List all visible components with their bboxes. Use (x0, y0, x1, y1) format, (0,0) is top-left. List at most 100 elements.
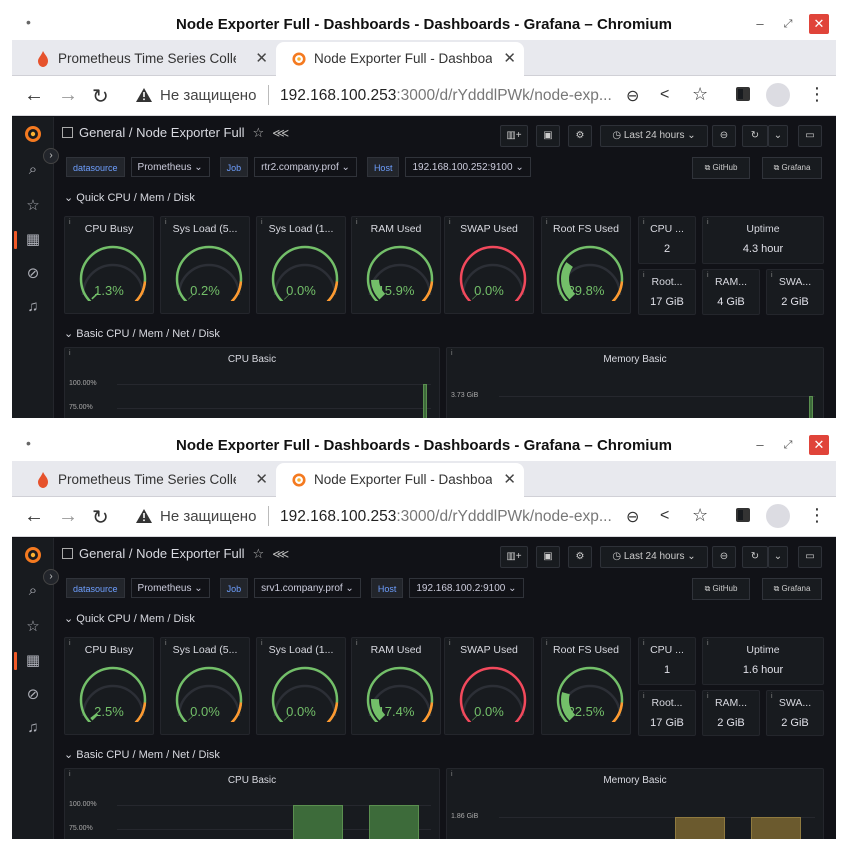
stat-panel-uptime[interactable]: i Uptime 1.6 hour (702, 637, 824, 685)
breadcrumb-text[interactable]: General / Node Exporter Full (79, 125, 244, 140)
starred-icon[interactable]: ☆ (24, 196, 42, 214)
reload-button[interactable]: ↻ (92, 505, 109, 530)
minimize-button[interactable]: – (750, 435, 770, 455)
row-quick[interactable]: ⌄ Quick CPU / Mem / Disk (64, 191, 195, 204)
save-dashboard-icon[interactable]: ▣ (536, 125, 560, 147)
tab-prometheus[interactable]: Prometheus Time Series Colle ✕ (20, 463, 276, 497)
job-select[interactable]: rtr2.company.prof ⌄ (254, 157, 357, 177)
datasource-select[interactable]: Prometheus ⌄ (130, 578, 210, 598)
gauge-panel[interactable]: i Sys Load (5... 0.2% (160, 216, 250, 314)
stat-panel-rootfs[interactable]: i Root... 17 GiB (638, 690, 696, 736)
stat-panel-ram[interactable]: i RAM... 4 GiB (702, 269, 760, 315)
alerting-bell-icon[interactable]: ♫ (24, 719, 42, 736)
profile-avatar[interactable] (766, 504, 790, 528)
url-field[interactable]: 192.168.100.253:3000/d/rYdddlPWk/node-ex… (280, 508, 620, 526)
gauge-panel[interactable]: i SWAP Used 0.0% (444, 216, 534, 314)
url-field[interactable]: 192.168.100.253:3000/d/rYdddlPWk/node-ex… (280, 87, 620, 105)
reload-button[interactable]: ↻ (92, 84, 109, 109)
alerting-bell-icon[interactable]: ♫ (24, 298, 42, 315)
expand-menu-icon[interactable]: › (43, 569, 59, 585)
memory-basic-panel[interactable]: i Memory Basic 3.73 GiB (446, 347, 824, 418)
gauge-panel[interactable]: i Sys Load (5... 0.0% (160, 637, 250, 735)
maximize-button[interactable]: ⤢ (778, 14, 798, 34)
cpu-basic-panel[interactable]: i CPU Basic 100.00% 75.00% (64, 347, 440, 418)
back-button[interactable]: ← (24, 84, 44, 107)
insecure-label[interactable]: Не защищено (160, 508, 256, 525)
dashboards-icon[interactable]: ▦ (24, 651, 42, 669)
favorite-star-icon[interactable]: ☆ (252, 125, 264, 140)
close-tab-icon[interactable]: ✕ (255, 470, 268, 488)
search-icon[interactable]: ⌕ (24, 582, 42, 599)
minimize-button[interactable]: – (750, 14, 770, 34)
close-button[interactable]: ✕ (809, 14, 829, 34)
gauge-panel[interactable]: i Root FS Used 29.8% (541, 216, 631, 314)
gauge-panel[interactable]: i CPU Busy 2.5% (64, 637, 154, 735)
tab-grafana[interactable]: Node Exporter Full - Dashboa ✕ (276, 42, 524, 76)
bookmark-star-icon[interactable]: ☆ (692, 505, 708, 526)
explore-icon[interactable]: ⊘ (24, 264, 42, 282)
bookmark-star-icon[interactable]: ☆ (692, 84, 708, 105)
stat-panel-cpu-cores[interactable]: i CPU ... 2 (638, 216, 696, 264)
maximize-button[interactable]: ⤢ (778, 435, 798, 455)
tab-prometheus[interactable]: Prometheus Time Series Colle ✕ (20, 42, 276, 76)
host-select[interactable]: 192.168.100.252:9100 ⌄ (405, 157, 531, 177)
refresh-icon[interactable]: ↻ (742, 546, 768, 568)
close-button[interactable]: ✕ (809, 435, 829, 455)
share-icon[interactable]: < (660, 86, 669, 104)
forward-button[interactable]: → (58, 84, 78, 107)
grafana-link-button[interactable]: ⧉ Grafana (762, 157, 822, 179)
memory-basic-panel[interactable]: i Memory Basic 1.86 GiB (446, 768, 824, 839)
host-select[interactable]: 192.168.100.2:9100 ⌄ (409, 578, 524, 598)
forward-button[interactable]: → (58, 505, 78, 528)
zoom-icon[interactable]: ⊖ (626, 86, 639, 106)
stat-panel-cpu-cores[interactable]: i CPU ... 1 (638, 637, 696, 685)
gauge-panel[interactable]: i Sys Load (1... 0.0% (256, 637, 346, 735)
grafana-logo-icon[interactable] (24, 546, 42, 564)
gauge-panel[interactable]: i CPU Busy 1.3% (64, 216, 154, 314)
side-panel-icon[interactable] (736, 87, 750, 101)
close-tab-icon[interactable]: ✕ (503, 470, 516, 488)
expand-menu-icon[interactable]: › (43, 148, 59, 164)
warning-icon[interactable] (136, 88, 152, 102)
add-panel-button[interactable]: ▥+ (500, 546, 528, 568)
tv-mode-icon[interactable]: ▭ (798, 125, 822, 147)
add-panel-button[interactable]: ▥+ (500, 125, 528, 147)
save-dashboard-icon[interactable]: ▣ (536, 546, 560, 568)
side-panel-icon[interactable] (736, 508, 750, 522)
breadcrumb-text[interactable]: General / Node Exporter Full (79, 546, 244, 561)
profile-avatar[interactable] (766, 83, 790, 107)
settings-gear-icon[interactable]: ⚙ (568, 125, 592, 147)
stat-panel-swap[interactable]: i SWA... 2 GiB (766, 269, 824, 315)
github-link-button[interactable]: ⧉ GitHub (692, 578, 750, 600)
gauge-panel[interactable]: i Sys Load (1... 0.0% (256, 216, 346, 314)
gauge-panel[interactable]: i Root FS Used 22.5% (541, 637, 631, 735)
warning-icon[interactable] (136, 509, 152, 523)
refresh-interval-chevron-icon[interactable]: ⌄ (768, 125, 788, 147)
zoom-icon[interactable]: ⊖ (626, 507, 639, 527)
starred-icon[interactable]: ☆ (24, 617, 42, 635)
insecure-label[interactable]: Не защищено (160, 87, 256, 104)
grafana-link-button[interactable]: ⧉ Grafana (762, 578, 822, 600)
stat-panel-ram[interactable]: i RAM... 2 GiB (702, 690, 760, 736)
time-range-picker[interactable]: ◷ Last 24 hours ⌄ (600, 546, 708, 568)
grafana-logo-icon[interactable] (24, 125, 42, 143)
tv-mode-icon[interactable]: ▭ (798, 546, 822, 568)
datasource-select[interactable]: Prometheus ⌄ (130, 157, 210, 177)
stat-panel-uptime[interactable]: i Uptime 4.3 hour (702, 216, 824, 264)
settings-gear-icon[interactable]: ⚙ (568, 546, 592, 568)
cpu-basic-panel[interactable]: i CPU Basic 100.00% 75.00% (64, 768, 440, 839)
job-select[interactable]: srv1.company.prof ⌄ (254, 578, 361, 598)
share-dashboard-icon[interactable]: ⋘ (272, 547, 289, 561)
row-quick[interactable]: ⌄ Quick CPU / Mem / Disk (64, 612, 195, 625)
back-button[interactable]: ← (24, 505, 44, 528)
row-basic[interactable]: ⌄ Basic CPU / Mem / Net / Disk (64, 327, 220, 340)
browser-menu-icon[interactable]: ⋮ (808, 84, 826, 105)
refresh-interval-chevron-icon[interactable]: ⌄ (768, 546, 788, 568)
zoom-out-icon[interactable]: ⊖ (712, 125, 736, 147)
gauge-panel[interactable]: i RAM Used 17.4% (351, 637, 441, 735)
zoom-out-icon[interactable]: ⊖ (712, 546, 736, 568)
github-link-button[interactable]: ⧉ GitHub (692, 157, 750, 179)
explore-icon[interactable]: ⊘ (24, 685, 42, 703)
refresh-icon[interactable]: ↻ (742, 125, 768, 147)
stat-panel-swap[interactable]: i SWA... 2 GiB (766, 690, 824, 736)
